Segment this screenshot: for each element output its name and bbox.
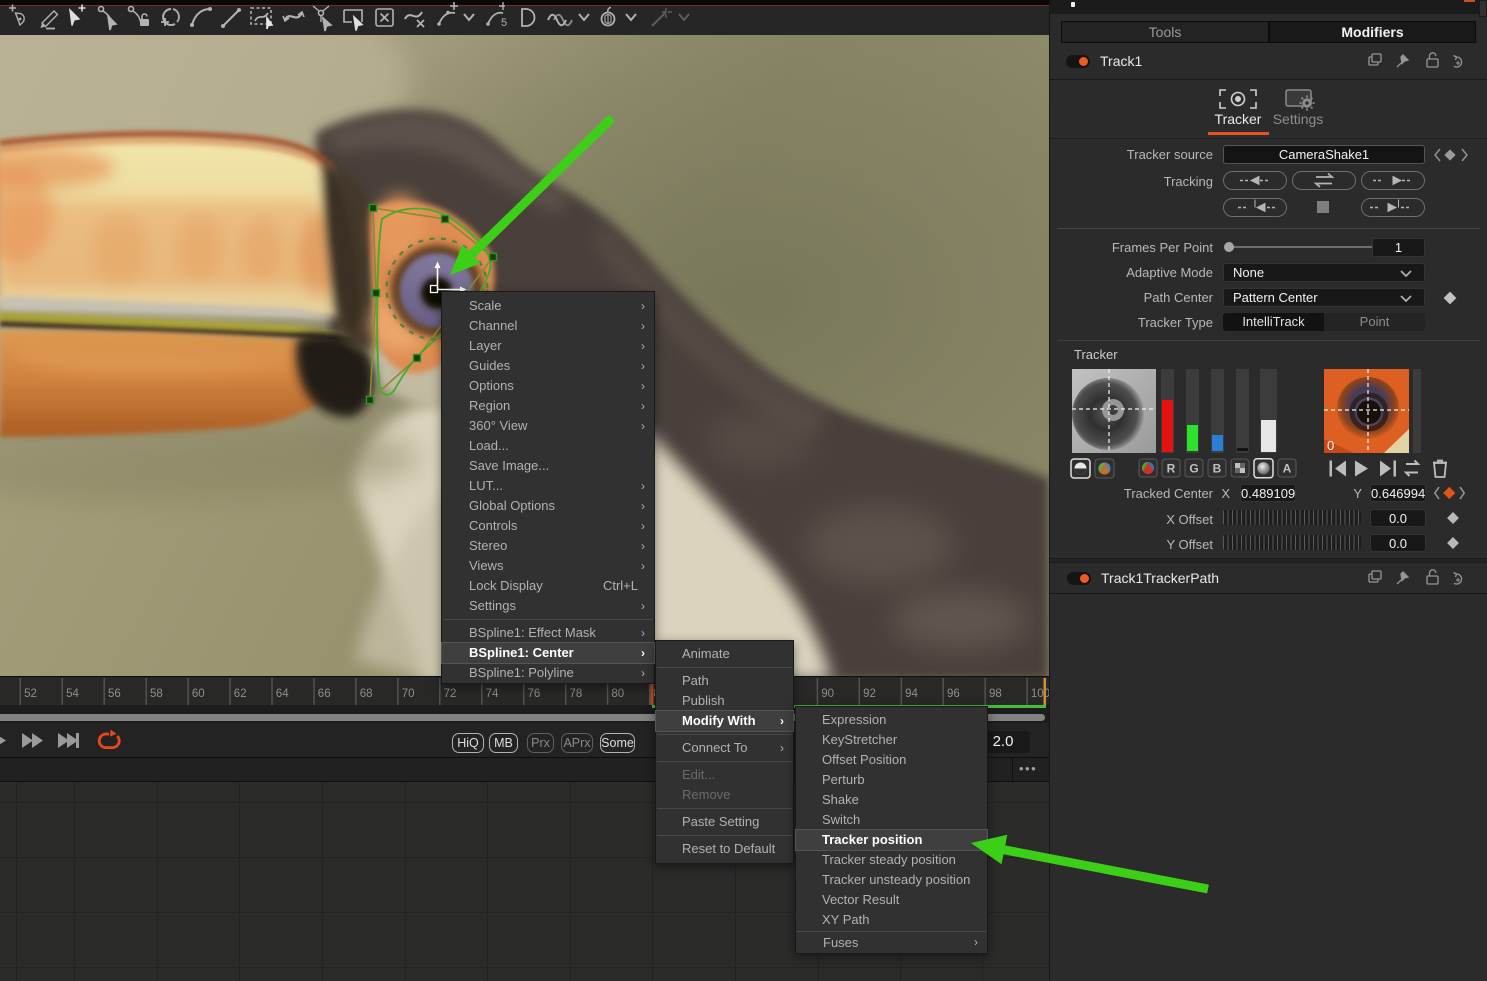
- svg-text:58: 58: [150, 688, 163, 700]
- svg-text:G: G: [1189, 462, 1198, 476]
- svg-text:76: 76: [528, 688, 541, 700]
- svg-text:60: 60: [192, 688, 205, 700]
- svg-text:96: 96: [947, 688, 960, 700]
- svg-text:100: 100: [1031, 688, 1049, 700]
- svg-text:B: B: [1213, 462, 1222, 476]
- svg-text:A: A: [1283, 462, 1292, 476]
- svg-text:98: 98: [989, 688, 1002, 700]
- svg-text:R: R: [1167, 462, 1176, 476]
- svg-text:68: 68: [360, 688, 373, 700]
- svg-text:66: 66: [318, 688, 331, 700]
- svg-text:54: 54: [66, 688, 79, 700]
- svg-text:78: 78: [570, 688, 583, 700]
- svg-text:Tracker: Tracker: [1215, 111, 1262, 127]
- svg-text:52: 52: [24, 688, 37, 700]
- svg-text:70: 70: [402, 688, 415, 700]
- svg-text:90: 90: [821, 688, 834, 700]
- svg-text:92: 92: [863, 688, 876, 700]
- svg-text:80: 80: [611, 688, 624, 700]
- svg-text:64: 64: [276, 688, 289, 700]
- svg-text:62: 62: [234, 688, 247, 700]
- svg-text:74: 74: [486, 688, 499, 700]
- svg-text:56: 56: [108, 688, 121, 700]
- svg-text:94: 94: [905, 688, 918, 700]
- svg-text:Settings: Settings: [1273, 111, 1324, 127]
- svg-text:72: 72: [444, 688, 457, 700]
- svg-text:5: 5: [501, 17, 507, 29]
- svg-text:0: 0: [1327, 438, 1334, 453]
